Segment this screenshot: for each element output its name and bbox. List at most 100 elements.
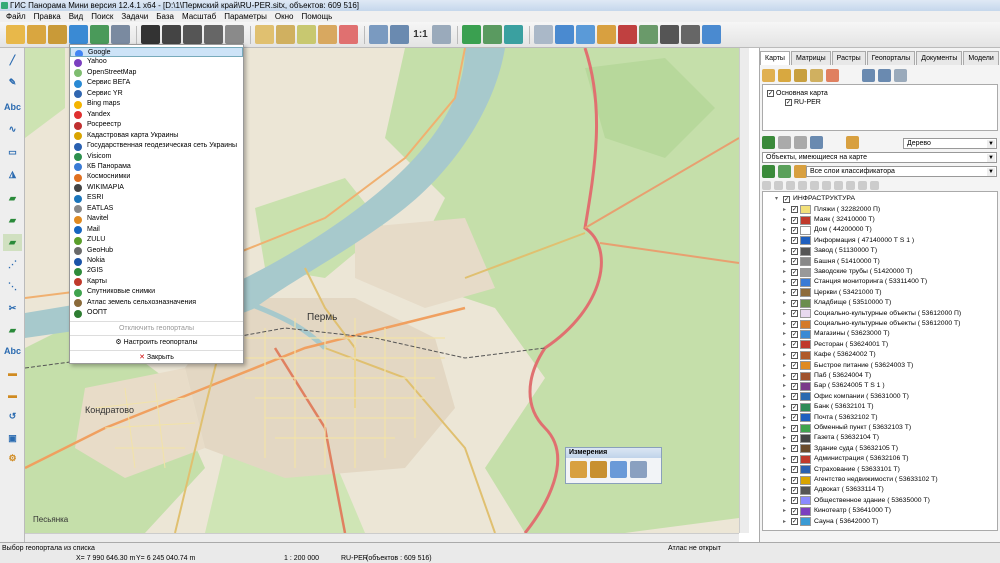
object-checkbox[interactable]: ✓ bbox=[791, 299, 798, 307]
tree-item-ru-per[interactable]: ✓ RU-PER bbox=[785, 98, 821, 107]
object-checkbox[interactable]: ✓ bbox=[791, 330, 798, 338]
object-row[interactable]: ▸ ✓ Агентство недвижимости ( 53633102 Т) bbox=[763, 475, 997, 485]
object-row[interactable]: ▸ ✓ Банк ( 53632101 Т) bbox=[763, 402, 997, 412]
object-checkbox[interactable]: ✓ bbox=[791, 403, 798, 411]
expand-icon[interactable]: ▸ bbox=[783, 205, 786, 215]
expand-icon[interactable]: ▸ bbox=[783, 423, 786, 433]
object-row[interactable]: ▸ ✓ Социально-культурные объекты ( 5361200… bbox=[763, 319, 997, 329]
expand-icon[interactable]: ▸ bbox=[783, 433, 786, 443]
fit-map-icon[interactable] bbox=[432, 25, 451, 44]
object-checkbox[interactable]: ✓ bbox=[791, 382, 798, 390]
object-checkbox[interactable]: ✓ bbox=[791, 476, 798, 484]
expand-icon[interactable]: ▸ bbox=[783, 288, 786, 298]
geoportal-item[interactable]: Mail bbox=[70, 225, 243, 235]
text-tool-2-icon[interactable]: Abc bbox=[3, 342, 22, 359]
filter-point-icon[interactable] bbox=[822, 181, 831, 190]
text-tool-icon[interactable]: Abc bbox=[3, 98, 22, 115]
geoportal-item[interactable]: Bing maps bbox=[70, 99, 243, 109]
menu-file[interactable]: Файл bbox=[2, 11, 30, 22]
filter-line-icon[interactable] bbox=[762, 181, 771, 190]
geoportal-item[interactable]: WIKIMAPIA bbox=[70, 183, 243, 193]
object-checkbox[interactable]: ✓ bbox=[791, 226, 798, 234]
group-checkbox[interactable]: ✓ bbox=[783, 195, 790, 203]
main-map-checkbox[interactable]: ✓ bbox=[767, 89, 774, 97]
object-checkbox[interactable]: ✓ bbox=[791, 289, 798, 297]
geoportal-item[interactable]: ZULU bbox=[70, 235, 243, 245]
expand-icon[interactable]: ▸ bbox=[783, 361, 786, 371]
triangle-icon[interactable]: ◮ bbox=[3, 166, 22, 183]
object-row[interactable]: ▸ ✓ Офис компании ( 53631000 Т) bbox=[763, 392, 997, 402]
object-checkbox[interactable]: ✓ bbox=[791, 497, 798, 505]
zoom-out-icon[interactable] bbox=[369, 25, 388, 44]
pencil-icon[interactable] bbox=[597, 25, 616, 44]
measure-area-icon[interactable] bbox=[610, 461, 627, 478]
print-icon[interactable] bbox=[660, 25, 679, 44]
object-row[interactable]: ▸ ✓ Здание суда ( 53632105 Т) bbox=[763, 444, 997, 454]
object-checkbox[interactable]: ✓ bbox=[791, 424, 798, 432]
measure-ruler-icon[interactable] bbox=[590, 461, 607, 478]
object-checkbox[interactable]: ✓ bbox=[791, 341, 798, 349]
geoportal-item[interactable]: Google bbox=[70, 47, 243, 58]
geoportal-item[interactable]: Сервис ВЕГА bbox=[70, 78, 243, 88]
menu-window[interactable]: Окно bbox=[271, 11, 298, 22]
copy-map-icon[interactable] bbox=[810, 69, 823, 82]
draw-pen-icon[interactable]: ✎ bbox=[3, 74, 22, 91]
object-row[interactable]: ▸ ✓ Заводские трубы ( 51420000 Т) bbox=[763, 267, 997, 277]
object-checkbox[interactable]: ✓ bbox=[791, 393, 798, 401]
expand-icon[interactable]: ▸ bbox=[783, 350, 786, 360]
expand-icon[interactable]: ▸ bbox=[783, 309, 786, 319]
settings-map-icon[interactable] bbox=[894, 69, 907, 82]
object-checkbox[interactable]: ✓ bbox=[791, 372, 798, 380]
geoportal-item[interactable]: 2GIS bbox=[70, 266, 243, 276]
object-row[interactable]: ▸ ✓ Социально-культурные объекты ( 5361200… bbox=[763, 309, 997, 319]
geoportal-item[interactable]: Navitel bbox=[70, 214, 243, 224]
collapse-icon[interactable]: ▾ bbox=[775, 194, 778, 204]
menu-parameters[interactable]: Параметры bbox=[220, 11, 271, 22]
layers-icon[interactable] bbox=[90, 25, 109, 44]
filter-rect-icon[interactable] bbox=[798, 181, 807, 190]
rotate-icon[interactable]: ↺ bbox=[3, 408, 22, 425]
filter-select[interactable]: Объекты, имеющиеся на карте ▼ bbox=[762, 152, 997, 163]
object-checkbox[interactable]: ✓ bbox=[791, 206, 798, 214]
object-row[interactable]: ▸ ✓ Обменный пункт ( 53632103 Т) bbox=[763, 423, 997, 433]
tab-models[interactable]: Модели bbox=[963, 51, 999, 65]
open-raster-icon[interactable] bbox=[48, 25, 67, 44]
object-tool-1-icon[interactable] bbox=[762, 136, 775, 149]
geoportal-item[interactable]: OpenStreetMap bbox=[70, 68, 243, 78]
object-row[interactable]: ▸ ✓ Быстрое питание ( 53624003 Т) bbox=[763, 361, 997, 371]
refresh-icon[interactable] bbox=[504, 25, 523, 44]
open-map-icon[interactable] bbox=[27, 25, 46, 44]
tab-rasters[interactable]: Растры bbox=[831, 51, 866, 65]
object-checkbox[interactable]: ✓ bbox=[791, 486, 798, 494]
layers-up-icon[interactable] bbox=[878, 69, 891, 82]
ruler-icon[interactable]: ▬ bbox=[3, 364, 22, 381]
object-checkbox[interactable]: ✓ bbox=[791, 351, 798, 359]
measure-line-icon[interactable] bbox=[570, 461, 587, 478]
open-folder-icon[interactable] bbox=[6, 25, 25, 44]
expand-icon[interactable]: ▸ bbox=[783, 496, 786, 506]
layers-select[interactable]: Все слои классификатора ▼ bbox=[806, 166, 997, 177]
geoportal-item[interactable]: ООПТ bbox=[70, 308, 243, 318]
binoculars-area-icon[interactable] bbox=[183, 25, 202, 44]
route-icon[interactable] bbox=[639, 25, 658, 44]
object-checkbox[interactable]: ✓ bbox=[791, 258, 798, 266]
merge-icon[interactable]: ▰ bbox=[3, 322, 22, 339]
table-icon[interactable] bbox=[576, 25, 595, 44]
ruler-2-icon[interactable]: ▬ bbox=[3, 386, 22, 403]
object-row[interactable]: ▸ ✓ Завод ( 51130000 Т) bbox=[763, 246, 997, 256]
geoportal-item[interactable]: Yandex bbox=[70, 110, 243, 120]
object-checkbox[interactable]: ✓ bbox=[791, 434, 798, 442]
geoportal-item[interactable]: GeoHub bbox=[70, 246, 243, 256]
select-object-icon[interactable] bbox=[276, 25, 295, 44]
expand-icon[interactable]: ▸ bbox=[783, 319, 786, 329]
gear-icon[interactable]: ⚙ bbox=[3, 450, 22, 467]
geoportal-item[interactable]: Государственная геодезическая сеть Украи… bbox=[70, 141, 243, 151]
geoportal-item[interactable]: Yahoo bbox=[70, 57, 243, 67]
filter-text-icon[interactable] bbox=[834, 181, 843, 190]
photo-icon[interactable]: ▣ bbox=[3, 430, 22, 447]
layer-tool-1-icon[interactable] bbox=[762, 165, 775, 178]
measurements-window[interactable]: Измерения bbox=[565, 447, 662, 484]
object-row[interactable]: ▸ ✓ Магазины ( 53623000 Т) bbox=[763, 329, 997, 339]
add-point-icon[interactable] bbox=[297, 25, 316, 44]
split-tool-icon[interactable]: ⋱ bbox=[3, 278, 22, 295]
